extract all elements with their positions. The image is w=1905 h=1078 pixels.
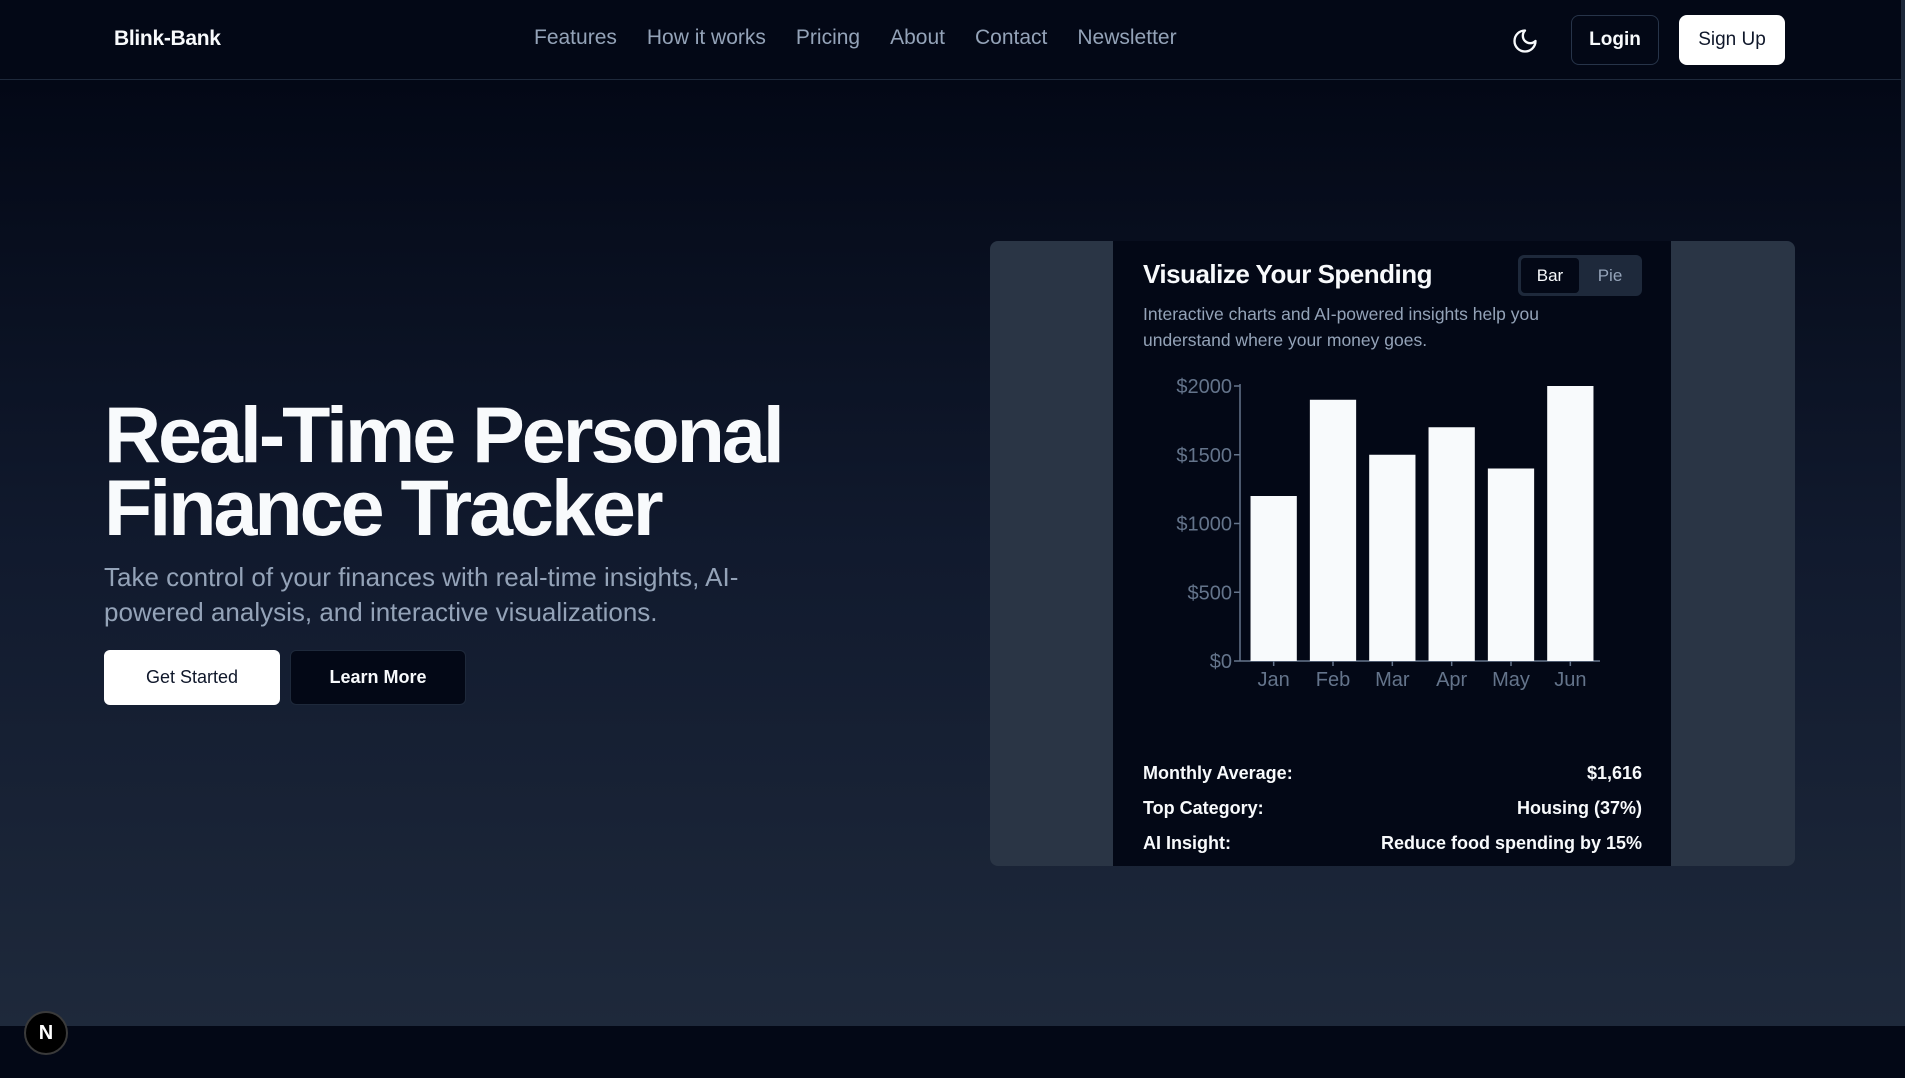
- nav-link-about[interactable]: About: [890, 26, 945, 50]
- scrollbar[interactable]: [1901, 0, 1905, 1026]
- hero-title-line-2: Finance Tracker: [104, 463, 664, 552]
- y-tick-label: $0: [1210, 651, 1232, 673]
- brand-logo[interactable]: Blink-Bank: [114, 27, 221, 51]
- stat-label: Monthly Average:: [1143, 763, 1293, 783]
- stat-row-ai-insight: AI Insight: Reduce food spending by 15%: [1143, 826, 1642, 861]
- bar-jan: [1250, 496, 1297, 661]
- nav-link-how-it-works[interactable]: How it works: [647, 26, 766, 50]
- stat-row-top-category: Top Category: Housing (37%): [1143, 791, 1642, 826]
- nav-link-newsletter[interactable]: Newsletter: [1077, 26, 1176, 50]
- stat-value: Reduce food spending by 15%: [1380, 833, 1642, 853]
- theme-toggle-button[interactable]: [1511, 27, 1539, 55]
- bar-jun: [1547, 386, 1594, 661]
- hero-title: Real-Time Personal Finance Tracker: [104, 395, 804, 547]
- stat-value: $1,616: [1586, 763, 1642, 783]
- stat-label: Top Category:: [1143, 798, 1264, 818]
- x-tick-label: May: [1492, 669, 1530, 691]
- login-button[interactable]: Login: [1571, 15, 1659, 65]
- x-tick-label: Jun: [1554, 669, 1586, 691]
- main-nav: Features How it works Pricing About Cont…: [534, 26, 1177, 50]
- nextjs-logo-icon[interactable]: N: [24, 1011, 68, 1055]
- nav-link-pricing[interactable]: Pricing: [796, 26, 860, 50]
- top-navbar: Blink-Bank Features How it works Pricing…: [0, 0, 1905, 80]
- spending-card: Visualize Your Spending Bar Pie Interact…: [1113, 241, 1671, 866]
- nav-link-contact[interactable]: Contact: [975, 26, 1047, 50]
- x-tick-label: Feb: [1316, 669, 1350, 691]
- x-tick-label: Jan: [1258, 669, 1290, 691]
- x-tick-label: Apr: [1436, 669, 1467, 691]
- bar-may: [1487, 468, 1535, 661]
- bar-mar: [1369, 454, 1416, 661]
- moon-icon: [1513, 29, 1537, 53]
- stats-list: Monthly Average: $1,616 Top Category: Ho…: [1143, 756, 1642, 861]
- bar-apr: [1428, 427, 1475, 661]
- y-tick-label: $1000: [1176, 514, 1232, 536]
- hero-subtitle: Take control of your finances with real-…: [104, 562, 739, 627]
- y-tick-label: $1500: [1176, 445, 1232, 467]
- learn-more-button[interactable]: Learn More: [290, 650, 466, 705]
- nav-link-features[interactable]: Features: [534, 26, 617, 50]
- next-section-band: [0, 1026, 1905, 1078]
- y-tick-label: $2000: [1176, 376, 1232, 398]
- get-started-button[interactable]: Get Started: [104, 650, 280, 705]
- stat-label: AI Insight:: [1143, 833, 1231, 853]
- spending-bar-chart: $0 $500 $1000 $1500 $2000 Jan Feb Mar Apr May Jun: [1176, 376, 1600, 691]
- bar-feb: [1309, 399, 1357, 661]
- y-tick-label: $500: [1188, 582, 1233, 604]
- x-tick-label: Mar: [1375, 669, 1410, 691]
- stat-row-monthly-average: Monthly Average: $1,616: [1143, 756, 1642, 791]
- signup-button[interactable]: Sign Up: [1679, 15, 1785, 65]
- stat-value: Housing (37%): [1516, 798, 1642, 818]
